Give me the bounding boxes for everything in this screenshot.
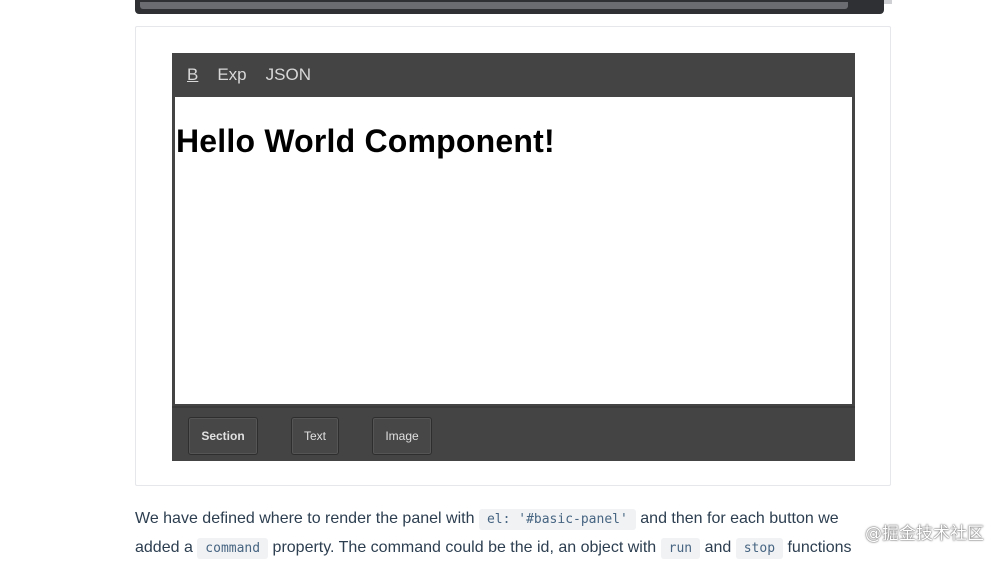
bold-button[interactable]: B <box>187 65 198 85</box>
inline-code: el: '#basic-panel' <box>478 509 636 530</box>
paragraph-text: We have defined where to render the pane… <box>135 510 475 527</box>
inline-code: command <box>197 538 269 559</box>
inline-code: stop <box>735 538 784 559</box>
editor-canvas[interactable]: Hello World Component! <box>175 97 852 404</box>
export-button[interactable]: Exp <box>217 65 246 85</box>
watermark: @掘金技术社区 <box>865 524 984 544</box>
paragraph-text: and <box>704 539 732 556</box>
editor-toolbar: B Exp JSON <box>172 53 855 97</box>
editor-demo: B Exp JSON Hello World Component! Sectio… <box>172 53 855 461</box>
description-paragraph: We have defined where to render the pane… <box>135 505 895 563</box>
previous-block-edge <box>884 0 892 4</box>
paragraph-text: and then for each button we <box>640 510 839 527</box>
paragraph-line-2: added a command property. The command co… <box>135 534 895 563</box>
text-block-button[interactable]: Text <box>291 417 339 455</box>
paragraph-line-1: We have defined where to render the pane… <box>135 505 895 534</box>
inline-code: run <box>660 538 701 559</box>
image-block-button[interactable]: Image <box>372 417 432 455</box>
paragraph-text: functions <box>787 539 852 556</box>
paragraph-text: property. The command could be the id, a… <box>272 539 657 556</box>
json-button[interactable]: JSON <box>266 65 311 85</box>
section-block-button[interactable]: Section <box>188 417 258 455</box>
previous-block-scrollbar[interactable] <box>140 2 848 9</box>
block-panel: Section Text Image <box>172 408 855 461</box>
paragraph-text: added a <box>135 539 193 556</box>
canvas-heading[interactable]: Hello World Component! <box>176 123 555 160</box>
